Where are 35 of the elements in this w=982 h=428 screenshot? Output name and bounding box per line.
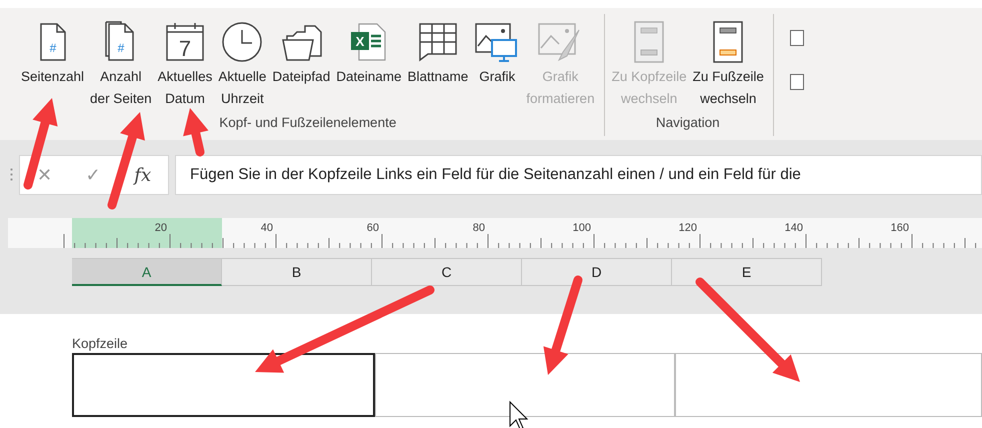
annotation-arrow xyxy=(183,108,208,156)
header-section-field[interactable] xyxy=(374,353,676,417)
ruler-number: 100 xyxy=(572,222,591,234)
ribbon-button[interactable]: # Anzahl der Seiten xyxy=(87,18,155,112)
ruler-number: 40 xyxy=(260,222,273,234)
clock-icon xyxy=(220,20,264,64)
ruler-number: 140 xyxy=(784,222,803,234)
grip-icon xyxy=(10,167,13,183)
ribbon-button[interactable]: Blattname xyxy=(404,18,472,90)
column-header[interactable]: C xyxy=(372,258,522,286)
column-header[interactable]: A xyxy=(72,258,222,286)
group-label: Kopf- und Fußzeilenelemente xyxy=(218,115,398,132)
ribbon-button[interactable]: Grafik xyxy=(471,18,524,90)
checkbox[interactable] xyxy=(790,74,804,90)
column-header[interactable]: E xyxy=(672,258,822,286)
insert-function-button[interactable]: fx xyxy=(128,164,158,186)
formula-input[interactable]: Fügen Sie in der Kopfzeile Links ein Feld für die Seitenanzahl einen / und ein Feld für die xyxy=(175,155,982,195)
ruler-number: 120 xyxy=(678,222,697,234)
column-header[interactable]: D xyxy=(522,258,672,286)
ruler-number: 20 xyxy=(154,222,167,234)
ruler-number: 60 xyxy=(366,222,379,234)
column-header[interactable]: B xyxy=(222,258,372,286)
ribbon-button[interactable]: Aktuelle Uhrzeit xyxy=(215,18,270,112)
ruler-number: 160 xyxy=(890,222,909,234)
ribbon-button[interactable]: X Dateiname xyxy=(333,18,404,90)
ribbon-button[interactable]: 7 Aktuelles Datum xyxy=(154,18,216,112)
group-label: Navigation xyxy=(654,115,721,132)
checkbox[interactable] xyxy=(790,30,804,46)
ribbon-button[interactable]: # Seitenzahl xyxy=(18,18,88,90)
ribbon-button[interactable]: Zu Fußzeile wechseln xyxy=(690,18,767,112)
header-section-field[interactable] xyxy=(675,353,982,417)
header-section-field[interactable] xyxy=(72,353,375,417)
ribbon-button[interactable]: Dateipfad xyxy=(269,18,334,90)
ruler-number: 80 xyxy=(472,222,485,234)
header-label: Kopfzeile xyxy=(72,336,129,351)
